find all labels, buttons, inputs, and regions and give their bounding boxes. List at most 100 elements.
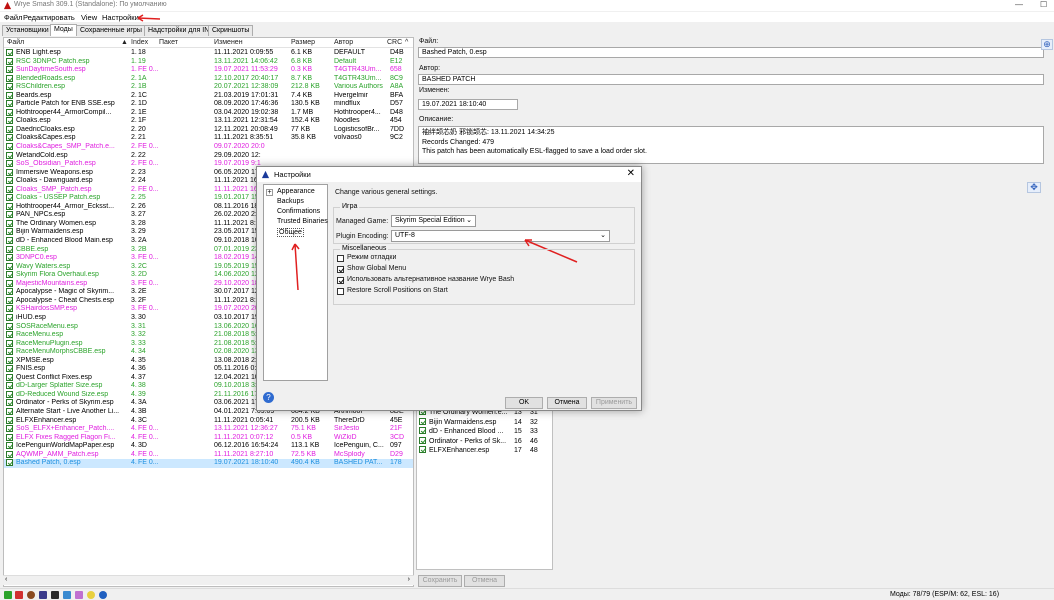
save-button[interactable]: Сохранить — [418, 575, 462, 587]
checkbox-icon[interactable] — [6, 83, 13, 91]
checkbox-icon[interactable] — [6, 237, 13, 245]
checkbox-icon[interactable] — [6, 143, 13, 151]
checkbox-icon[interactable] — [6, 313, 13, 321]
table-row[interactable]: Bashed Patch, 0.esp 4. FE 0... 19.07.2021 1… — [4, 459, 413, 468]
checkbox-icon[interactable] — [6, 177, 13, 185]
col-author[interactable]: Автор — [334, 39, 353, 46]
option-checkbox[interactable] — [337, 255, 344, 262]
checkbox-icon[interactable] — [419, 427, 426, 434]
checkbox-icon[interactable] — [6, 459, 13, 467]
red-square-icon[interactable] — [15, 591, 23, 599]
checkbox-icon[interactable] — [6, 245, 13, 253]
table-row[interactable]: Cloaks&Capes_SMP_Patch.e... 2. FE 0... 09.0… — [4, 143, 413, 152]
cancel-button[interactable]: Отмена — [464, 575, 505, 587]
table-row[interactable]: SoS_ELFX+Enhancer_Patch.... 4. FE 0... 13.1… — [4, 425, 413, 434]
checkbox-icon[interactable] — [6, 194, 13, 202]
menu-view[interactable]: View — [81, 13, 97, 22]
checklist-icon[interactable] — [4, 591, 12, 599]
table-row[interactable]: RSC 3DNPC Patch.esp 1. 19 13.11.2021 14:06:… — [4, 57, 413, 67]
checkbox-icon[interactable] — [6, 134, 13, 142]
mail-icon[interactable] — [51, 591, 59, 599]
checkbox-icon[interactable] — [6, 117, 13, 125]
managed-game-select[interactable]: Skyrim Special Edition ⌄ — [391, 215, 476, 227]
master-row[interactable]: Ordinator - Perks of Sk... 16 46 — [417, 436, 552, 447]
table-row[interactable]: AQWMP_AMM_Patch.esp 4. FE 0... 11.11.2021 8… — [4, 450, 413, 460]
col-index[interactable]: Index — [131, 39, 148, 46]
checkbox-icon[interactable] — [6, 331, 13, 339]
menu-file[interactable]: Файл — [4, 13, 22, 22]
checkbox-icon[interactable] — [6, 125, 13, 133]
tree-item-appearance[interactable]: Appearance — [277, 188, 315, 195]
checkbox-icon[interactable] — [6, 433, 13, 441]
checkbox-icon[interactable] — [6, 49, 13, 56]
checkbox-icon[interactable] — [6, 390, 13, 398]
table-row[interactable]: Particle Patch for ENB SSE.esp 2. 1D 08.09.… — [4, 100, 413, 109]
checkbox-icon[interactable] — [6, 262, 13, 270]
checkbox-icon[interactable] — [6, 254, 13, 262]
master-row[interactable]: dD - Enhanced Blood ... 15 33 — [417, 427, 552, 437]
console-icon[interactable] — [39, 591, 47, 599]
checkbox-icon[interactable] — [6, 348, 13, 356]
tree-item-trusted-binaries[interactable]: Trusted Binaries — [277, 218, 328, 225]
checkbox-icon[interactable] — [6, 442, 13, 450]
table-row[interactable]: WetandCold.esp 2. 22 29.09.2020 12: — [4, 151, 413, 161]
checkbox-icon[interactable] — [6, 339, 13, 347]
checkbox-icon[interactable] — [6, 160, 13, 168]
minimize-icon[interactable]: — — [1015, 0, 1023, 9]
col-modified[interactable]: Изменен — [214, 39, 243, 46]
checkbox-icon[interactable] — [6, 271, 13, 279]
ok-button[interactable]: OK — [505, 397, 543, 409]
tree-item-confirmations[interactable]: Confirmations — [277, 208, 320, 215]
expand-plus-icon[interactable]: + — [266, 189, 273, 196]
col-crc-collapse-icon[interactable]: ^ — [405, 39, 408, 46]
tree-item-backups[interactable]: Backups — [277, 198, 304, 205]
checkbox-icon[interactable] — [6, 322, 13, 330]
checkbox-icon[interactable] — [6, 365, 13, 373]
checkbox-icon[interactable] — [6, 288, 13, 296]
checkbox-icon[interactable] — [6, 185, 13, 193]
checkbox-icon[interactable] — [419, 417, 426, 425]
table-row[interactable]: Beards.esp 2. 1C 21.03.2019 17:01:31 7.4 KB H… — [4, 91, 413, 101]
checkbox-icon[interactable] — [6, 416, 13, 424]
author-field[interactable]: BASHED PATCH — [418, 74, 1044, 85]
tab-saves[interactable]: Сохраненные игры — [76, 25, 146, 36]
description-field[interactable]: 袖绊颉芯奶 邪锁颉芯: 13.11.2021 14:34:25 Records … — [418, 126, 1044, 164]
side-toggle-icon[interactable]: ⊕ — [1041, 39, 1053, 50]
table-row[interactable]: ENB Light.esp 1. 18 11.11.2021 0:09:55 6.1 K… — [4, 49, 413, 58]
checkbox-icon[interactable] — [419, 436, 426, 444]
master-row[interactable]: Bijin Warmaidens.esp 14 32 — [417, 417, 552, 428]
dialog-cancel-button[interactable]: Отмена — [547, 397, 587, 409]
master-row[interactable]: ELFXEnhancer.esp 17 48 — [417, 446, 552, 456]
tab-ini-tweaks[interactable]: Надстройки для INI — [144, 25, 216, 36]
option-checkbox[interactable] — [337, 266, 344, 273]
checkbox-icon[interactable] — [6, 382, 13, 390]
image-icon[interactable] — [63, 591, 71, 599]
settings-icon[interactable] — [87, 591, 95, 599]
modified-field[interactable]: 19.07.2021 18:10:40 — [418, 99, 518, 110]
expand-icon[interactable]: ✥ — [1027, 182, 1041, 193]
checkbox-icon[interactable] — [6, 296, 13, 304]
checkbox-icon[interactable] — [6, 151, 13, 159]
checkbox-icon[interactable] — [6, 373, 13, 381]
tab-mods[interactable]: Моды — [50, 24, 77, 36]
table-row[interactable]: Cloaks.esp 2. 1F 13.11.2021 12:31:54 152.4 K… — [4, 117, 413, 126]
checkbox-icon[interactable] — [6, 91, 13, 99]
checkbox-icon[interactable] — [419, 446, 426, 453]
col-size[interactable]: Размер — [291, 39, 315, 46]
checkbox-icon[interactable] — [6, 202, 13, 210]
col-file[interactable]: Файл — [7, 39, 24, 46]
checkbox-icon[interactable] — [6, 450, 13, 458]
col-crc[interactable]: CRC — [387, 39, 402, 46]
maximize-icon[interactable]: ☐ — [1040, 0, 1047, 9]
checkbox-icon[interactable] — [6, 66, 13, 74]
settings-tree[interactable]: + Appearance Backups Confirmations Trust… — [263, 184, 328, 381]
checkbox-icon[interactable] — [6, 57, 13, 65]
table-row[interactable]: SunDaytimeSouth.esp 1. FE 0... 19.07.2021 1… — [4, 66, 413, 75]
option-checkbox[interactable] — [337, 277, 344, 284]
checkbox-icon[interactable] — [6, 279, 13, 287]
table-row[interactable]: RSChildren.esp 2. 1B 20.07.2021 12:38:09 212… — [4, 83, 413, 92]
help-icon[interactable] — [99, 591, 107, 599]
scroll-right-icon[interactable]: › — [408, 576, 410, 583]
table-row[interactable]: ELFXEnhancer.esp 4. 3C 11.11.2021 0:05:41 20… — [4, 416, 413, 426]
help-button[interactable]: ? — [263, 392, 274, 403]
